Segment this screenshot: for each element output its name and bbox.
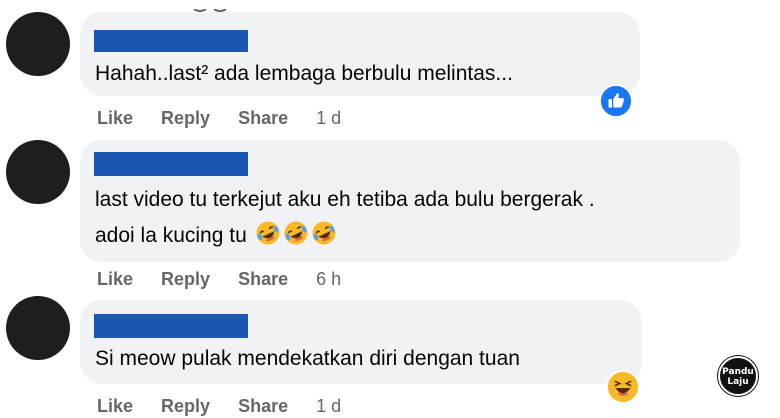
commenter-name-redacted[interactable]	[94, 152, 248, 176]
reply-button[interactable]: Reply	[161, 396, 210, 417]
comment-actions: Like Reply Share 1 d	[97, 104, 341, 132]
watermark-line-2: Laju	[727, 377, 749, 387]
comment-text: Hahah..last² ada lembaga berbulu melinta…	[95, 62, 513, 85]
haha-reaction-badge[interactable]	[606, 370, 640, 404]
like-button[interactable]: Like	[97, 269, 133, 290]
comment-bubble: Hahah..last² ada lembaga berbulu melinta…	[80, 12, 640, 96]
commenter-avatar[interactable]	[6, 12, 70, 76]
rofl-emoji	[283, 220, 309, 258]
like-icon	[601, 86, 631, 116]
comment-text: adoi la kucing tu	[95, 224, 247, 247]
comment-timestamp[interactable]: 1 d	[316, 396, 341, 417]
watermark-line-1: Pandu	[722, 367, 754, 377]
share-button[interactable]: Share	[238, 396, 288, 417]
share-button[interactable]: Share	[238, 108, 288, 129]
like-reaction-badge[interactable]	[599, 84, 633, 118]
reply-button[interactable]: Reply	[161, 269, 210, 290]
commenter-avatar[interactable]	[6, 296, 70, 360]
comment-actions: Like Reply Share 6 h	[97, 265, 341, 293]
rofl-emoji	[255, 220, 281, 258]
commenter-avatar[interactable]	[6, 140, 70, 204]
share-button[interactable]: Share	[238, 269, 288, 290]
comment-timestamp[interactable]: 1 d	[316, 108, 341, 129]
comment-timestamp[interactable]: 6 h	[316, 269, 341, 290]
comment-bubble: last video tu terkejut aku eh tetiba ada…	[80, 140, 740, 262]
comment-text: Si meow pulak mendekatkan diri dengan tu…	[95, 347, 520, 370]
comment-actions: Like Reply Share 1 d	[97, 392, 341, 418]
previous-comment-remnant	[192, 0, 232, 12]
like-button[interactable]: Like	[97, 108, 133, 129]
pandu-laju-watermark-logo: Pandu Laju	[718, 356, 758, 396]
comment-text-line-2: adoi la kucing tu	[95, 218, 337, 258]
rofl-emoji	[311, 220, 337, 258]
comment-text-line-1: last video tu terkejut aku eh tetiba ada…	[95, 188, 595, 211]
commenter-name-redacted[interactable]	[94, 30, 248, 52]
haha-icon	[608, 372, 638, 402]
reply-button[interactable]: Reply	[161, 108, 210, 129]
like-button[interactable]: Like	[97, 396, 133, 417]
commenter-name-redacted[interactable]	[94, 314, 248, 338]
comment-bubble: Si meow pulak mendekatkan diri dengan tu…	[80, 300, 642, 384]
